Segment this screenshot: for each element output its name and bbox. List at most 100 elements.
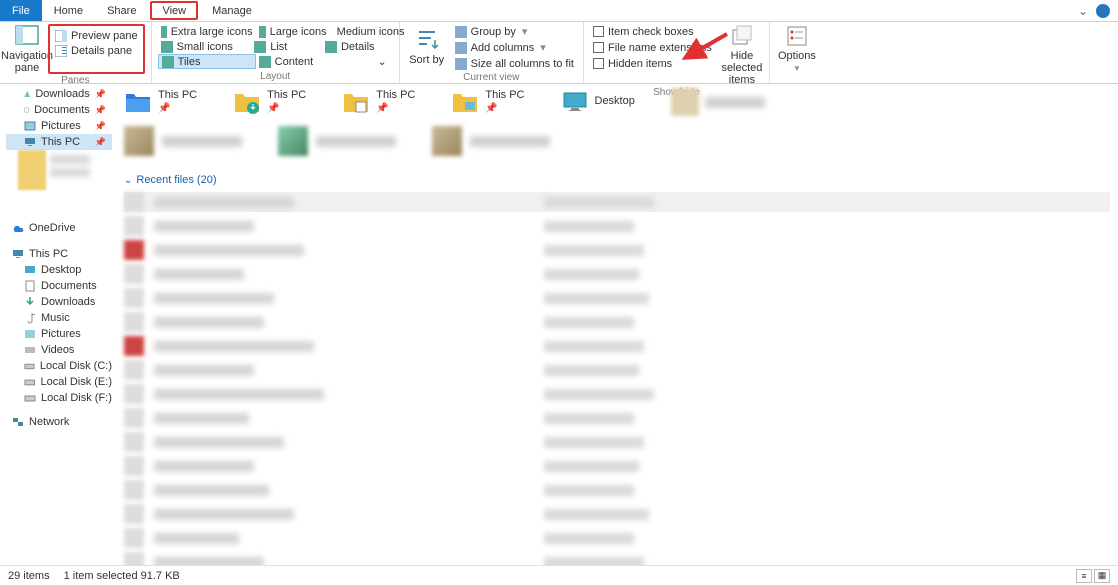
frequent-folder[interactable]: This PC📌 <box>451 88 524 116</box>
sidebar-item-pictures2[interactable]: Pictures <box>6 326 112 342</box>
size-columns-button[interactable]: Size all columns to fit <box>452 56 577 71</box>
list-item[interactable] <box>124 408 1110 428</box>
blurred-text <box>154 533 239 544</box>
sidebar-item-network[interactable]: Network <box>6 414 112 430</box>
layout-small-label: Small icons <box>177 41 233 53</box>
navigation-pane-button[interactable]: Navigation pane <box>6 24 48 74</box>
sidebar-item-disk-e[interactable]: Local Disk (E:) <box>6 374 112 390</box>
list-item[interactable] <box>124 192 1110 212</box>
chevron-down-icon: ⌄ <box>377 55 386 68</box>
recent-files-header[interactable]: Recent files (20) <box>124 170 1110 192</box>
sidebar-label: Pictures <box>41 120 81 132</box>
sidebar-item-onedrive[interactable]: OneDrive <box>6 220 112 236</box>
preview-pane-button[interactable]: Preview pane <box>52 28 141 43</box>
sidebar-item-documents2[interactable]: Documents <box>6 278 112 294</box>
sidebar-item-disk-f[interactable]: Local Disk (F:) <box>6 390 112 406</box>
layout-list-label: List <box>270 41 287 53</box>
blurred-text <box>544 221 634 232</box>
ribbon-group-layout: Extra large icons Large icons Medium ico… <box>152 22 400 83</box>
frequent-folder[interactable]: Desktop <box>561 88 635 116</box>
sort-by-button[interactable]: Sort by <box>406 24 448 71</box>
tab-home[interactable]: Home <box>42 0 95 21</box>
list-item[interactable] <box>124 216 1110 236</box>
sidebar-label: Videos <box>41 344 74 356</box>
file-list-panel: This PC📌 This PC📌 This PC📌 This PC📌 Desk… <box>112 84 1118 565</box>
details-icon <box>325 41 337 53</box>
layout-list[interactable]: List <box>251 39 322 54</box>
details-view-button[interactable]: ≡ <box>1076 569 1092 583</box>
layout-content[interactable]: Content <box>256 54 330 69</box>
sidebar-item-music[interactable]: Music <box>6 310 112 326</box>
frequent-folder-blurred[interactable] <box>124 126 242 156</box>
details-pane-button[interactable]: Details pane <box>52 43 141 58</box>
blurred-text <box>154 413 249 424</box>
help-icon[interactable]: ? <box>1096 4 1110 18</box>
pin-icon: 📌 <box>158 103 197 115</box>
ribbon-group-options: Options ▾ <box>770 22 824 83</box>
sidebar-item-disk-c[interactable]: Local Disk (C:) <box>6 358 112 374</box>
frequent-folder-blurred[interactable] <box>671 88 765 116</box>
layout-content-label: Content <box>275 56 314 68</box>
tab-view[interactable]: View <box>150 1 198 20</box>
file-icon <box>124 216 144 236</box>
list-item[interactable] <box>124 504 1110 524</box>
blurred-text <box>154 269 244 280</box>
tab-share[interactable]: Share <box>95 0 148 21</box>
sidebar-item-downloads2[interactable]: Downloads <box>6 294 112 310</box>
list-item[interactable] <box>124 384 1110 404</box>
frequent-folders-row: This PC📌 This PC📌 This PC📌 This PC📌 Desk… <box>124 88 1110 116</box>
list-item[interactable] <box>124 264 1110 284</box>
item-check-boxes-toggle[interactable]: Item check boxes <box>590 24 715 39</box>
hidden-items-toggle[interactable]: Hidden items <box>590 56 715 71</box>
tab-manage[interactable]: Manage <box>200 0 264 21</box>
layout-medium-icons[interactable]: Medium icons <box>330 24 404 39</box>
list-item[interactable] <box>124 312 1110 332</box>
list-item[interactable] <box>124 552 1110 565</box>
thumbnails-view-button[interactable]: ▦ <box>1094 569 1110 583</box>
group-by-button[interactable]: Group by▾ <box>452 24 577 39</box>
minimize-ribbon-icon[interactable]: ⌄ <box>1078 4 1088 18</box>
file-name-extensions-toggle[interactable]: File name extensions <box>590 40 715 55</box>
layout-details[interactable]: Details <box>322 39 393 54</box>
checkbox-icon <box>593 42 604 53</box>
chevron-down-icon: ▾ <box>795 64 800 74</box>
list-item[interactable] <box>124 432 1110 452</box>
list-item[interactable] <box>124 528 1110 548</box>
list-item[interactable] <box>124 336 1110 356</box>
frequent-folder-blurred[interactable] <box>278 126 396 156</box>
list-item[interactable] <box>124 240 1110 260</box>
sidebar-item-videos[interactable]: Videos <box>6 342 112 358</box>
add-columns-label: Add columns <box>471 42 535 54</box>
sidebar-label: Desktop <box>41 264 81 276</box>
blurred-text <box>544 485 634 496</box>
frequent-folder-blurred[interactable] <box>432 126 550 156</box>
frequent-folder[interactable]: This PC📌 <box>233 88 306 116</box>
status-item-count: 29 items <box>8 570 50 582</box>
layout-tiles[interactable]: Tiles <box>158 54 256 69</box>
options-label: Options <box>778 50 816 62</box>
list-item[interactable] <box>124 480 1110 500</box>
frequent-folder[interactable]: This PC📌 <box>124 88 197 116</box>
tab-file[interactable]: File <box>0 0 42 21</box>
list-item[interactable] <box>124 456 1110 476</box>
layout-large-icons[interactable]: Large icons <box>256 24 330 39</box>
sidebar-item-pictures[interactable]: Pictures📌 <box>6 118 112 134</box>
add-columns-button[interactable]: Add columns▾ <box>452 40 577 55</box>
hide-selected-items-button[interactable]: Hide selected items <box>721 24 763 86</box>
list-item[interactable] <box>124 360 1110 380</box>
sidebar-item-downloads[interactable]: Downloads📌 <box>6 86 112 102</box>
options-button[interactable]: Options ▾ <box>776 24 818 74</box>
layout-extra-large-icons[interactable]: Extra large icons <box>158 24 256 39</box>
sidebar-item-desktop[interactable]: Desktop <box>6 262 112 278</box>
frequent-folders-row-2 <box>124 126 1110 156</box>
sidebar-item-documents[interactable]: Documents📌 <box>6 102 112 118</box>
layout-more-dropdown[interactable]: ⌄ <box>330 54 390 69</box>
frequent-folder[interactable]: This PC📌 <box>342 88 415 116</box>
pin-icon: 📌 <box>376 103 415 115</box>
layout-small-icons[interactable]: Small icons <box>158 39 252 54</box>
list-item[interactable] <box>124 288 1110 308</box>
sidebar-label: This PC <box>41 136 80 148</box>
sidebar-item-thispc[interactable]: This PC <box>6 246 112 262</box>
small-icons-icon <box>161 41 173 53</box>
sidebar-item-thispc-quick[interactable]: This PC📌 <box>6 134 112 150</box>
